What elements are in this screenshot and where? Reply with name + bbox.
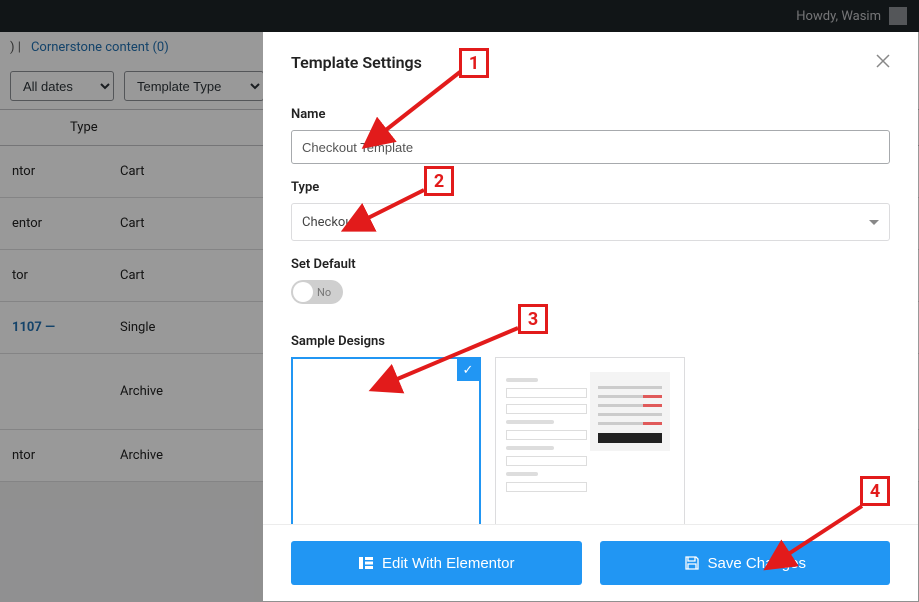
annotation-3: 3	[518, 304, 548, 334]
annotation-4: 4	[860, 476, 890, 506]
name-input[interactable]	[291, 130, 890, 164]
chevron-down-icon	[869, 220, 879, 225]
type-label: Type	[291, 180, 890, 195]
modal-title: Template Settings	[291, 53, 422, 72]
annotation-2: 2	[424, 166, 454, 196]
template-settings-modal: Template Settings Name Type Checkout Set…	[263, 32, 918, 601]
check-icon: ✓	[457, 359, 479, 381]
set-default-toggle[interactable]: No	[291, 280, 343, 304]
sample-designs-label: Sample Designs	[291, 334, 890, 349]
save-changes-button[interactable]: Save Changes	[600, 541, 891, 585]
close-icon[interactable]	[876, 52, 890, 73]
edit-with-elementor-button[interactable]: Edit With Elementor	[291, 541, 582, 585]
sample-design-2[interactable]	[495, 357, 685, 524]
toggle-state: No	[317, 286, 331, 299]
annotation-1: 1	[459, 48, 489, 78]
sample-design-1[interactable]: ✓	[291, 357, 481, 524]
toggle-knob	[293, 282, 313, 302]
type-select-value: Checkout	[302, 215, 357, 230]
type-select[interactable]: Checkout	[291, 203, 890, 241]
modal-footer: Edit With Elementor Save Changes	[263, 524, 918, 601]
name-label: Name	[291, 107, 890, 122]
set-default-label: Set Default	[291, 257, 890, 272]
save-icon	[684, 555, 700, 571]
elementor-icon	[358, 555, 374, 571]
